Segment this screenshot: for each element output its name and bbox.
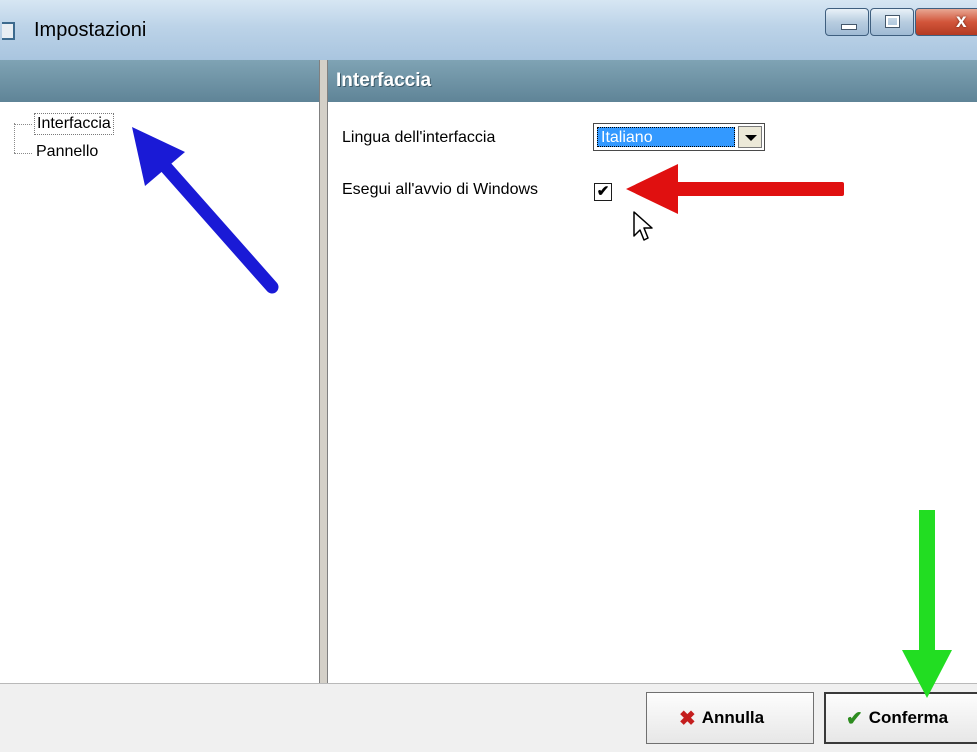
language-select-value: Italiano [597,127,735,147]
confirm-label: Conferma [868,708,949,727]
startup-checkbox[interactable]: ✔ [594,183,612,201]
startup-label: Esegui all'avvio di Windows [342,181,539,198]
language-select[interactable]: Italiano [593,123,765,151]
window-controls: x [825,8,977,36]
confirm-icon: ✔ [846,707,863,730]
tree-connector [14,124,32,125]
maximize-button[interactable] [870,8,914,36]
tree-item-label: Interfaccia [34,113,114,135]
mouse-cursor-icon [633,211,653,241]
close-icon: x [956,11,967,32]
section-header: Interfaccia [328,60,977,102]
maximize-icon [885,15,900,28]
title-bar: Impostazioni x [0,0,977,61]
window-app-icon [2,22,15,40]
language-label: Lingua dell'interfaccia [342,129,496,146]
tree-header [0,60,321,102]
cancel-label: Annulla [701,708,765,727]
minimize-icon [841,24,857,30]
tree-item-label: Pannello [36,143,99,160]
section-title: Interfaccia [336,70,432,91]
settings-tree: Interfaccia Pannello [0,102,319,683]
tree-connector [14,123,15,153]
chevron-down-icon[interactable] [738,126,762,148]
cancel-icon: ✖ [679,707,696,730]
tree-connector [14,153,32,154]
close-button[interactable]: x [915,8,977,36]
confirm-button[interactable]: ✔ Conferma [824,692,977,744]
minimize-button[interactable] [825,8,869,36]
window-title: Impostazioni [34,19,147,41]
panel-splitter[interactable] [319,60,328,683]
cancel-button[interactable]: ✖ Annulla [646,692,814,744]
